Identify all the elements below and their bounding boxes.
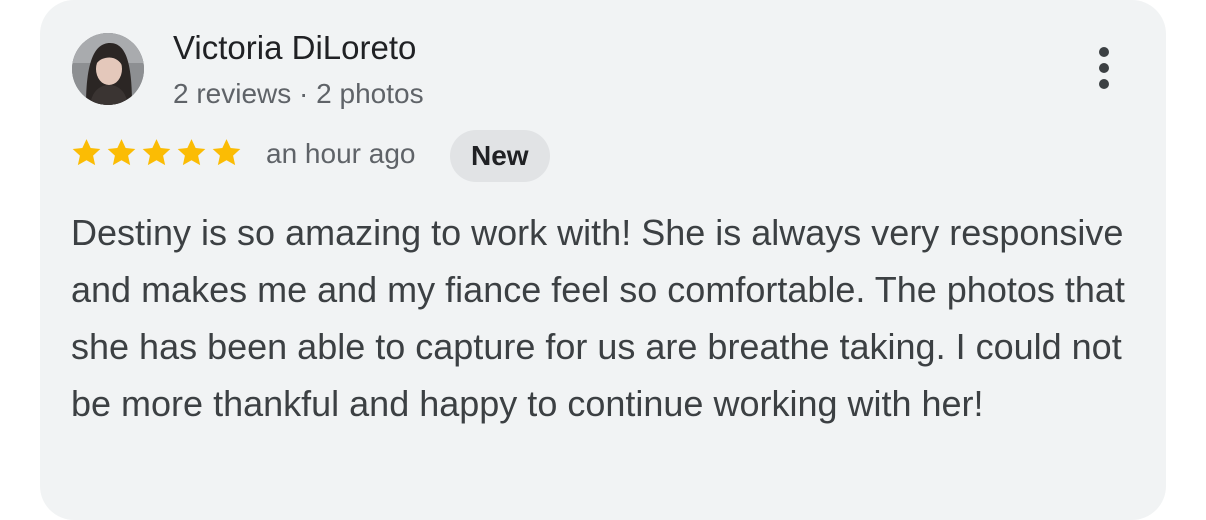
more-vert-icon-dot — [1099, 63, 1109, 73]
author-meta: 2 reviews · 2 photos — [173, 78, 424, 109]
avatar-photo — [72, 33, 144, 105]
author-name[interactable]: Victoria DiLoreto — [173, 29, 416, 67]
star-icon — [142, 139, 171, 166]
review-text: Destiny is so amazing to work with! She … — [71, 212, 1125, 424]
star-rating — [71, 137, 242, 168]
author-avatar[interactable] — [72, 33, 144, 105]
star-icon — [177, 139, 206, 166]
more-vert-icon — [1099, 47, 1109, 57]
more-vert-icon-dot — [1099, 79, 1109, 89]
review-time: an hour ago — [266, 138, 416, 169]
star-icon — [107, 139, 136, 166]
new-badge: New — [450, 130, 550, 182]
star-icon — [72, 139, 101, 166]
more-options-button[interactable] — [1084, 42, 1124, 94]
star-icon — [212, 139, 241, 166]
